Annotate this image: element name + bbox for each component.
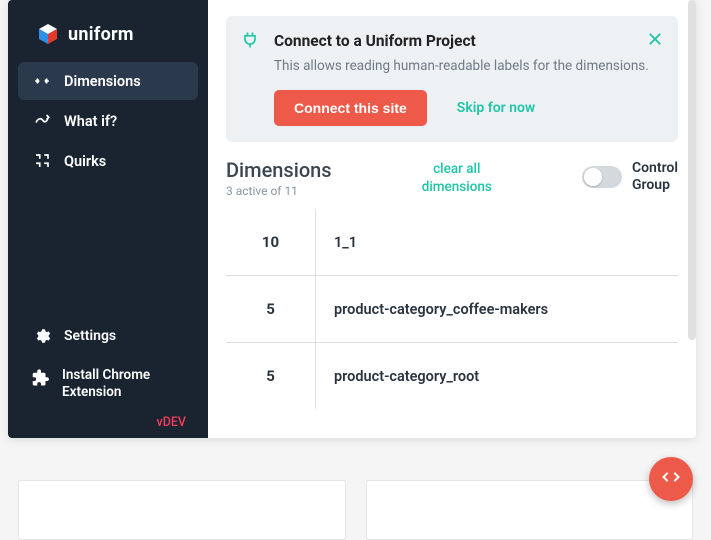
sidebar-item-quirks[interactable]: Quirks bbox=[18, 142, 198, 180]
dimensions-subtitle: 3 active of 11 bbox=[226, 184, 332, 198]
connect-site-button[interactable]: Connect this site bbox=[274, 90, 427, 126]
background-card bbox=[366, 480, 694, 540]
close-icon[interactable] bbox=[646, 30, 664, 52]
dimension-row[interactable]: 5 product-category_coffee-makers bbox=[226, 275, 678, 342]
control-group-label-2: Group bbox=[632, 177, 678, 194]
brand: uniform bbox=[8, 14, 208, 62]
sidebar-item-settings[interactable]: Settings bbox=[18, 317, 198, 355]
skip-link[interactable]: Skip for now bbox=[457, 100, 535, 116]
dimension-name: product-category_coffee-makers bbox=[316, 276, 678, 342]
gear-icon bbox=[32, 327, 52, 345]
dimension-name: 1_1 bbox=[316, 209, 678, 275]
sidebar-nav: Dimensions What if? Quirks bbox=[8, 62, 208, 182]
connect-callout: Connect to a Uniform Project This allows… bbox=[226, 16, 678, 142]
devtools-panel: uniform Dimensions What if? bbox=[8, 0, 696, 438]
background-cards bbox=[0, 480, 711, 540]
dimension-row[interactable]: 5 product-category_root bbox=[226, 342, 678, 409]
extension-icon bbox=[32, 367, 50, 387]
control-group-toggle[interactable] bbox=[582, 166, 622, 188]
whatif-icon bbox=[32, 112, 52, 130]
dimension-name: product-category_root bbox=[316, 343, 678, 409]
clear-all-link[interactable]: clear all dimensions bbox=[422, 158, 492, 196]
dimension-value: 5 bbox=[226, 343, 316, 409]
sidebar-item-label: What if? bbox=[64, 113, 117, 130]
connect-description: This allows reading human-readable label… bbox=[274, 56, 660, 76]
clear-all-line1: clear all bbox=[422, 160, 492, 178]
dimension-value: 5 bbox=[226, 276, 316, 342]
sidebar-item-label: Install Chrome Extension bbox=[62, 367, 184, 401]
dimensions-title: Dimensions bbox=[226, 158, 332, 182]
sidebar-item-install-extension[interactable]: Install Chrome Extension bbox=[18, 357, 198, 411]
sidebar-item-label: Quirks bbox=[64, 153, 106, 170]
plug-icon bbox=[240, 30, 260, 54]
quirks-icon bbox=[32, 152, 52, 170]
control-group-label-1: Control bbox=[632, 160, 678, 177]
control-group: Control Group bbox=[582, 158, 678, 194]
sidebar: uniform Dimensions What if? bbox=[8, 0, 208, 438]
sidebar-item-whatif[interactable]: What if? bbox=[18, 102, 198, 140]
clear-all-line2: dimensions bbox=[422, 178, 492, 196]
code-fab-button[interactable] bbox=[649, 457, 693, 501]
background-card bbox=[18, 480, 346, 540]
sidebar-item-dimensions[interactable]: Dimensions bbox=[18, 62, 198, 100]
code-icon bbox=[661, 467, 681, 491]
dimensions-icon bbox=[32, 72, 52, 90]
dimension-value: 10 bbox=[226, 209, 316, 275]
sidebar-item-label: Dimensions bbox=[64, 73, 141, 90]
uniform-logo-icon bbox=[36, 22, 60, 46]
sidebar-item-label: Settings bbox=[64, 328, 116, 344]
connect-actions: Connect this site Skip for now bbox=[274, 90, 660, 126]
dimensions-header: Dimensions 3 active of 11 clear all dime… bbox=[226, 158, 678, 198]
sidebar-bottom: Settings Install Chrome Extension vDEV bbox=[8, 317, 208, 438]
version-label: vDEV bbox=[18, 413, 198, 434]
dimension-row[interactable]: 10 1_1 bbox=[226, 209, 678, 275]
dimensions-list: 10 1_1 5 product-category_coffee-makers … bbox=[226, 208, 678, 409]
brand-name: uniform bbox=[68, 24, 134, 45]
connect-title: Connect to a Uniform Project bbox=[274, 32, 660, 50]
main-content: Connect to a Uniform Project This allows… bbox=[208, 0, 696, 438]
